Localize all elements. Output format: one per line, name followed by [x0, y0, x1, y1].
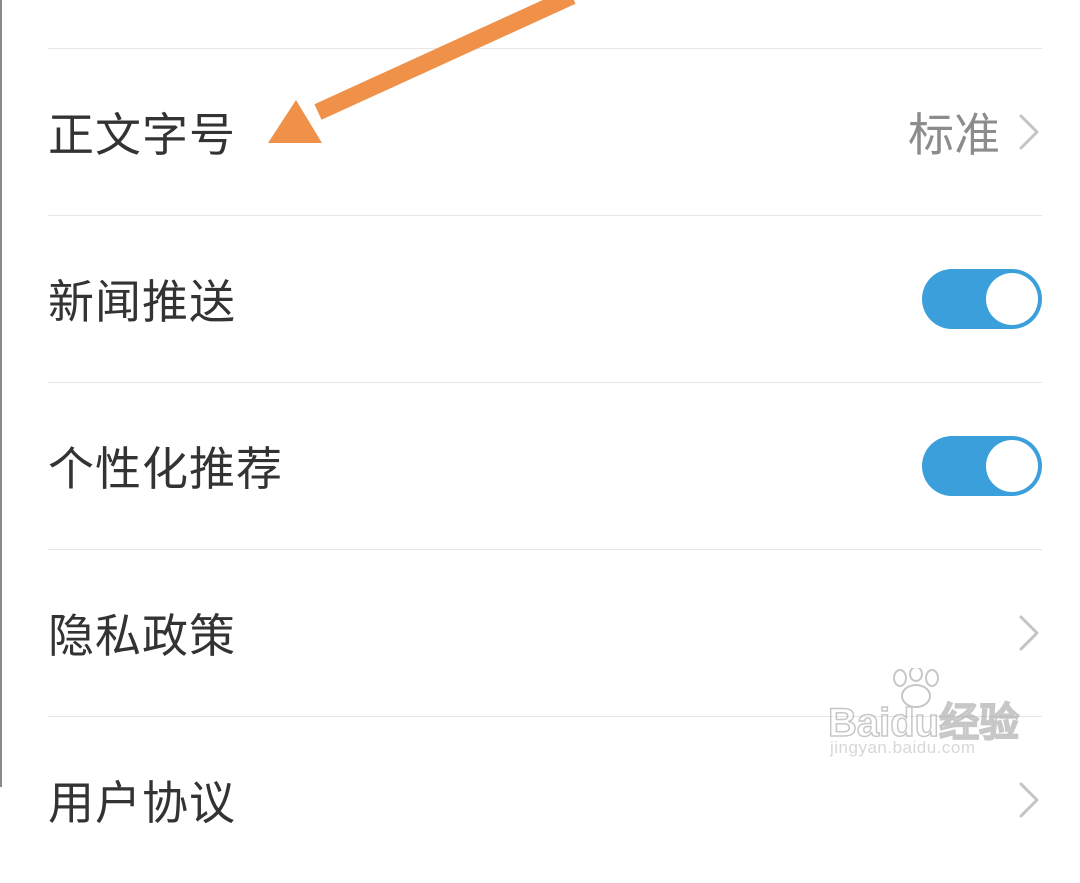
setting-label-news-push: 新闻推送	[48, 275, 236, 329]
chevron-right-icon	[1019, 782, 1039, 818]
toggle-knob	[986, 273, 1038, 325]
personalized-recommendation-toggle[interactable]	[922, 436, 1042, 496]
chevron-right-icon	[1019, 114, 1039, 150]
watermark-url: jingyan.baidu.com	[830, 738, 976, 757]
left-edge-border	[0, 0, 2, 787]
setting-row-news-push[interactable]: 新闻推送	[48, 216, 1042, 382]
news-push-toggle[interactable]	[922, 269, 1042, 329]
toggle-knob	[986, 440, 1038, 492]
setting-label-user-agreement: 用户协议	[48, 776, 236, 830]
chevron-right-icon	[1019, 615, 1039, 651]
setting-row-font-size[interactable]: 正文字号 标准	[48, 49, 1042, 215]
setting-label-personalized-recommendation: 个性化推荐	[48, 442, 283, 496]
setting-value-font-size: 标准	[908, 108, 1000, 162]
setting-label-font-size: 正文字号	[48, 108, 236, 162]
setting-row-personalized-recommendation[interactable]: 个性化推荐	[48, 383, 1042, 549]
setting-label-privacy-policy: 隐私政策	[48, 609, 236, 663]
baidu-jingyan-watermark: Baidu经验 jingyan.baidu.com	[827, 668, 1028, 768]
